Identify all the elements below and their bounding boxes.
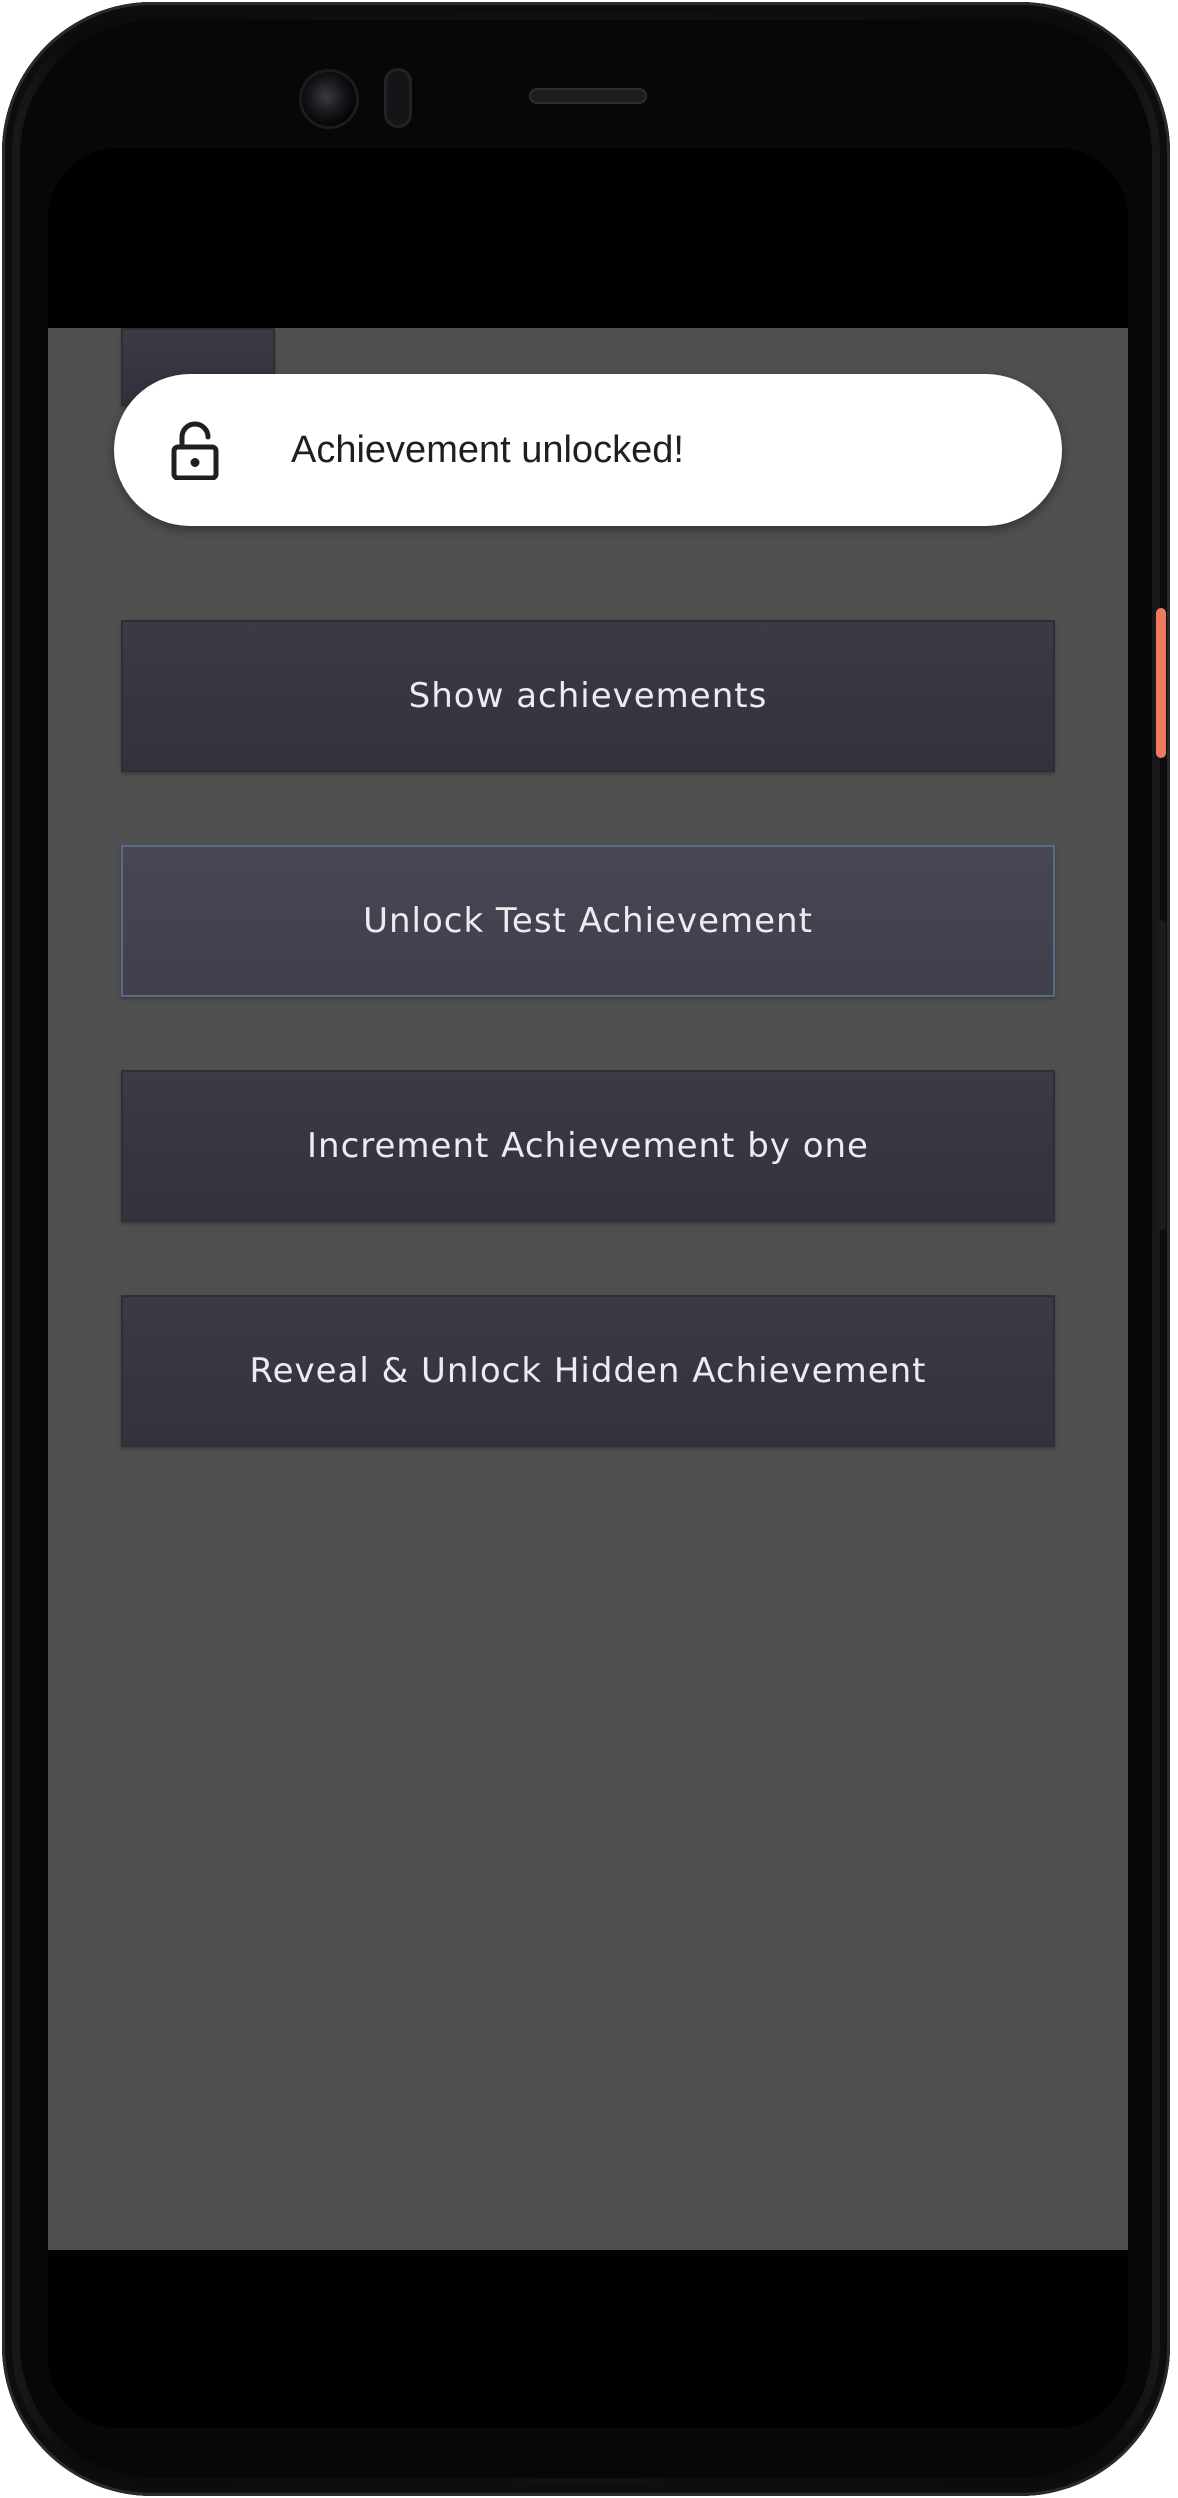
- proximity-sensor: [384, 68, 412, 128]
- front-camera-icon: [302, 72, 356, 126]
- volume-button: [1156, 920, 1166, 1230]
- reveal-unlock-hidden-achievement-button[interactable]: Reveal & Unlock Hidden Achievement: [121, 1295, 1055, 1447]
- power-button: [1156, 608, 1166, 758]
- app-content: Show achievements Unlock Test Achievemen…: [48, 328, 1128, 2250]
- unlock-test-achievement-button[interactable]: Unlock Test Achievement: [121, 845, 1055, 997]
- screen: Show achievements Unlock Test Achievemen…: [48, 148, 1128, 2428]
- show-achievements-button[interactable]: Show achievements: [121, 620, 1055, 772]
- earpiece-speaker: [529, 88, 647, 104]
- lock-open-icon: [171, 421, 219, 480]
- phone-frame: Show achievements Unlock Test Achievemen…: [2, 2, 1170, 2496]
- increment-achievement-button[interactable]: Increment Achievement by one: [121, 1070, 1055, 1222]
- achievement-toast: Achievement unlocked!: [114, 374, 1062, 526]
- toast-message: Achievement unlocked!: [291, 428, 684, 471]
